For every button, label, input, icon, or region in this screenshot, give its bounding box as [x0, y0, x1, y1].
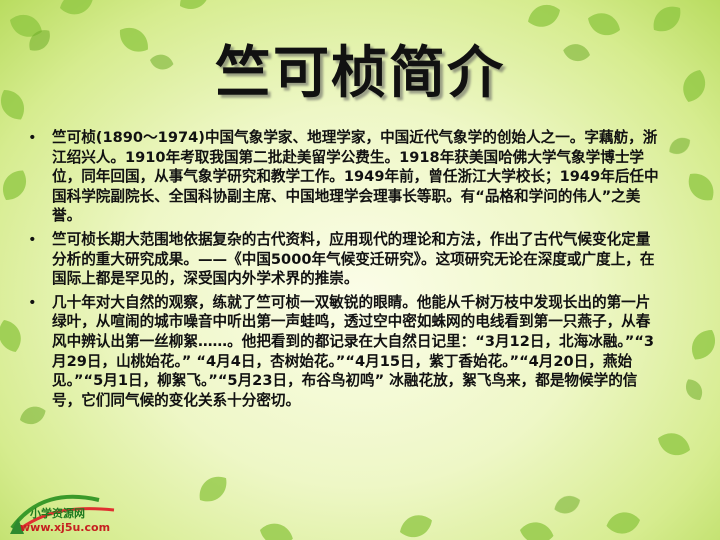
- bullet-text: 竺可桢(1890～1974)中国气象学家、地理学家，中国近代气象学的创始人之一。…: [52, 129, 659, 225]
- bullet-item: • 竺可桢长期大范围地依据复杂的古代资料，应用现代的理论和方法，作出了古代气候变…: [26, 230, 662, 289]
- bullet-list: • 竺可桢(1890～1974)中国气象学家、地理学家，中国近代气象学的创始人之…: [26, 128, 662, 414]
- slide-title: 竺可桢简介: [215, 41, 505, 106]
- bullet-text: 几十年对大自然的观察，练就了竺可桢一双敏锐的眼睛。他能从千树万枝中发现长出的第一…: [52, 293, 655, 409]
- bullet-marker: •: [28, 230, 37, 248]
- slide: 竺可桢简介 • 竺可桢(1890～1974)中国气象学家、地理学家，中国近代气象…: [0, 0, 720, 540]
- bullet-item: • 几十年对大自然的观察，练就了竺可桢一双敏锐的眼睛。他能从千树万枝中发现长出的…: [26, 293, 662, 411]
- site-url: www.xj5u.com: [20, 521, 111, 534]
- bullet-item: • 竺可桢(1890～1974)中国气象学家、地理学家，中国近代气象学的创始人之…: [26, 128, 662, 226]
- site-name: 小学资源网: [30, 507, 85, 520]
- bullet-text: 竺可桢长期大范围地依据复杂的古代资料，应用现代的理论和方法，作出了古代气候变化定…: [52, 230, 655, 288]
- bullet-marker: •: [28, 129, 37, 146]
- bullet-marker: •: [28, 293, 37, 311]
